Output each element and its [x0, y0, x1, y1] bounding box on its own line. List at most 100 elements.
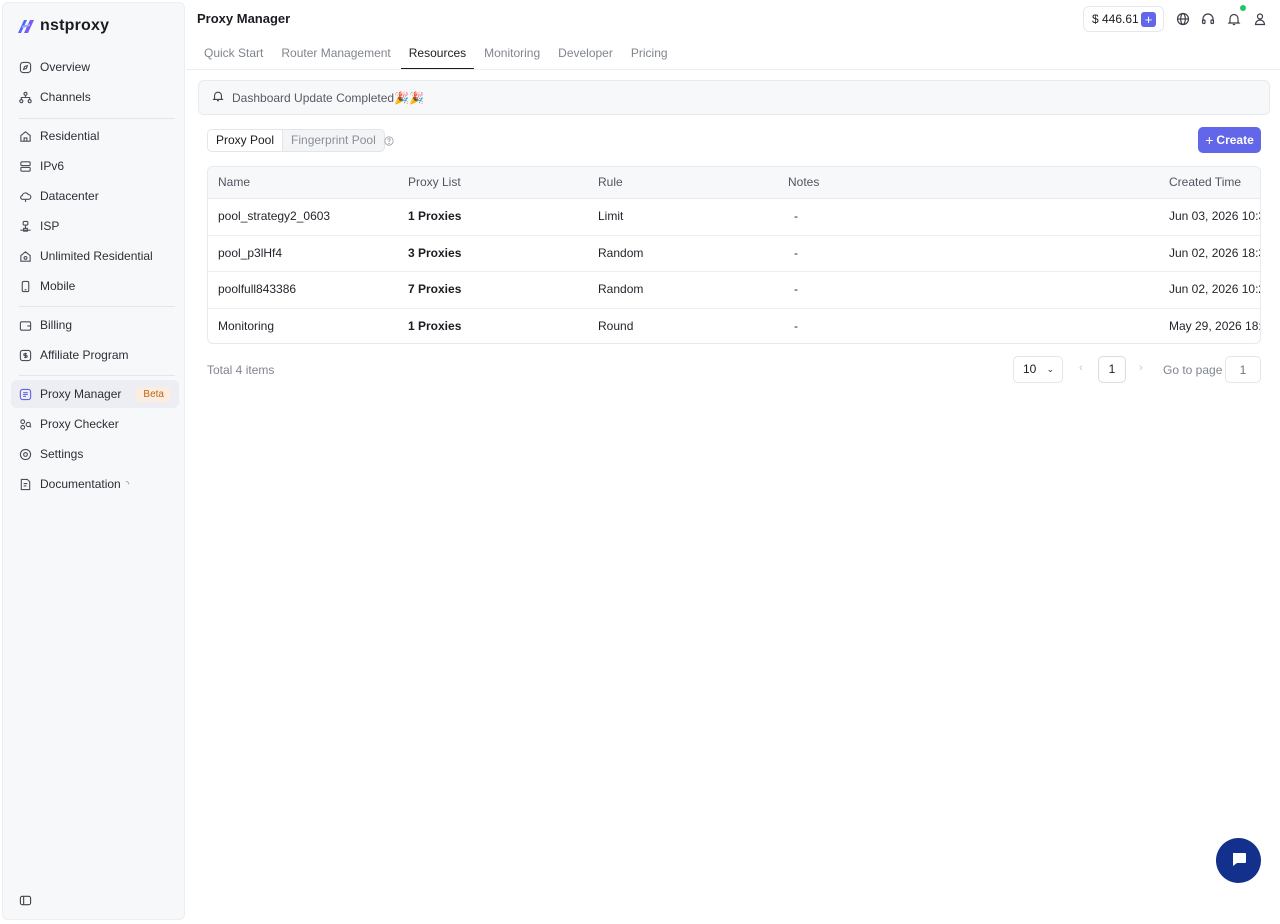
compass-icon — [19, 61, 32, 74]
sidebar-item-label: Proxy Manager — [40, 387, 122, 401]
column-header-proxy-list: Proxy List — [408, 175, 461, 189]
table-row[interactable]: pool_p3lHf4 3 Proxies Random - Jun 02, 2… — [208, 236, 1261, 272]
tab-pricing[interactable]: Pricing — [623, 38, 676, 70]
sidebar-item-overview[interactable]: Overview — [11, 53, 179, 81]
bell-icon[interactable] — [1227, 12, 1241, 26]
logo-icon — [16, 17, 36, 35]
hierarchy-icon — [19, 91, 32, 104]
sidebar-item-label: Proxy Checker — [40, 417, 119, 431]
column-header-rule: Rule — [598, 175, 623, 189]
segment-fingerprint-pool[interactable]: Fingerprint Pool — [283, 130, 384, 151]
tab-monitoring[interactable]: Monitoring — [476, 38, 548, 70]
sidebar-collapse-icon[interactable] — [19, 894, 32, 907]
column-header-name: Name — [218, 175, 251, 189]
user-icon[interactable] — [1253, 12, 1267, 26]
sidebar-item-label: Channels — [40, 90, 91, 104]
sidebar-item-proxy-manager[interactable]: Proxy Manager Beta — [11, 380, 179, 408]
sidebar-item-documentation[interactable]: Documentation ◝ — [11, 470, 179, 498]
sidebar-item-residential[interactable]: Residential — [11, 122, 179, 150]
help-icon[interactable] — [384, 135, 394, 146]
sidebar-item-isp[interactable]: ISP — [11, 212, 179, 240]
add-funds-button[interactable]: + — [1141, 12, 1156, 27]
headset-icon[interactable] — [1201, 12, 1215, 26]
mobile-icon — [19, 280, 32, 293]
sidebar-item-channels[interactable]: Channels — [11, 83, 179, 111]
column-header-created-time: Created Time — [1169, 175, 1242, 189]
home-icon — [19, 130, 32, 143]
page-number-button[interactable]: 1 — [1098, 356, 1126, 383]
sidebar-item-label: Overview — [40, 60, 91, 74]
sidebar-item-billing[interactable]: Billing — [11, 311, 179, 339]
total-items: Total 4 items — [207, 363, 275, 377]
sidebar-item-label: Settings — [40, 447, 84, 461]
beta-badge: Beta — [136, 386, 171, 402]
cell-notes: - — [794, 209, 798, 223]
prev-page-button[interactable]: ‹ — [1079, 362, 1083, 374]
create-button[interactable]: + Create — [1198, 127, 1261, 153]
chevron-down-icon: ⌄ — [1046, 364, 1054, 374]
sidebar-item-ipv6[interactable]: IPv6 — [11, 152, 179, 180]
server-icon — [19, 160, 32, 173]
sidebar-item-mobile[interactable]: Mobile — [11, 272, 179, 300]
table-header: Name Proxy List Rule Notes Created Time — [208, 167, 1260, 199]
table-row[interactable]: poolfull843386 7 Proxies Random - Jun 02… — [208, 272, 1260, 309]
cell-notes: - — [794, 318, 798, 333]
page-size-value: 10 — [1023, 362, 1037, 376]
cell-rule: Limit — [598, 209, 624, 223]
wallet-icon — [19, 319, 32, 332]
sidebar-item-settings[interactable]: Settings — [11, 440, 179, 468]
table-row[interactable]: Monitoring 1 Proxies Round - May 29, 202… — [208, 309, 1260, 344]
dollar-icon — [19, 349, 32, 362]
globe-icon[interactable] — [1176, 12, 1190, 26]
cloud-icon — [19, 190, 32, 203]
checker-icon — [19, 418, 32, 431]
sidebar-item-label: IPv6 — [40, 159, 65, 173]
sidebar-item-label: Residential — [40, 129, 100, 143]
balance-box[interactable]: $ 446.61 + — [1083, 6, 1164, 32]
tabs-divider — [186, 69, 1280, 70]
tab-quick-start[interactable]: Quick Start — [196, 38, 271, 70]
tab-router-management[interactable]: Router Management — [273, 38, 398, 70]
balance-amount: $ 446.61 — [1092, 12, 1139, 26]
page-size-select[interactable]: 10 ⌄ — [1013, 356, 1063, 383]
plus-icon: + — [1205, 132, 1214, 148]
tab-developer[interactable]: Developer — [550, 38, 621, 70]
list-icon — [19, 388, 32, 401]
goto-page-input[interactable] — [1225, 356, 1261, 383]
network-icon — [19, 220, 32, 233]
sidebar-item-unlimited-residential[interactable]: Unlimited Residential — [11, 242, 179, 270]
cell-proxy-list[interactable]: 1 Proxies — [408, 309, 461, 344]
sidebar-item-label: Affiliate Program — [40, 348, 129, 362]
chat-support-button[interactable] — [1216, 838, 1261, 883]
cell-proxy-list[interactable]: 1 Proxies — [408, 199, 461, 234]
cell-created-time: Jun 03, 2026 10:3 — [1169, 209, 1261, 223]
sidebar-item-affiliate-program[interactable]: Affiliate Program — [11, 341, 179, 369]
next-page-button[interactable]: › — [1139, 362, 1143, 374]
tab-resources[interactable]: Resources — [400, 38, 475, 70]
cell-name: poolfull843386 — [218, 282, 297, 296]
divider — [19, 375, 175, 376]
cell-name: pool_strategy2_0603 — [218, 209, 331, 223]
sidebar-item-label: Datacenter — [40, 189, 99, 203]
logo-text: nstproxy — [40, 17, 110, 34]
document-icon — [19, 478, 32, 491]
notification-dot — [1240, 5, 1246, 11]
sidebar-item-datacenter[interactable]: Datacenter — [11, 182, 179, 210]
table-row[interactable]: pool_strategy2_0603 1 Proxies Limit - Ju… — [208, 199, 1260, 236]
cell-created-time: Jun 02, 2026 10:2 — [1169, 282, 1261, 296]
sidebar-item-label: ISP — [40, 219, 60, 233]
segment-proxy-pool[interactable]: Proxy Pool — [208, 130, 284, 151]
top-tabs: Quick Start Router Management Resources … — [196, 38, 678, 70]
column-header-notes: Notes — [788, 175, 820, 189]
cell-proxy-list[interactable]: 3 Proxies — [408, 236, 461, 271]
create-label: Create — [1216, 133, 1254, 147]
goto-label: Go to page — [1163, 363, 1223, 377]
logo[interactable]: nstproxy — [16, 15, 109, 37]
sidebar-item-proxy-checker[interactable]: Proxy Checker — [11, 410, 179, 438]
sidebar-item-label: Documentation — [40, 477, 121, 491]
cell-proxy-list[interactable]: 7 Proxies — [408, 272, 461, 307]
cell-name: pool_p3lHf4 — [218, 245, 283, 260]
announcement-banner: Dashboard Update Completed🎉🎉 — [198, 80, 1270, 115]
sidebar-item-label: Billing — [40, 318, 73, 332]
cell-created-time: Jun 02, 2026 18:3 — [1169, 245, 1261, 260]
